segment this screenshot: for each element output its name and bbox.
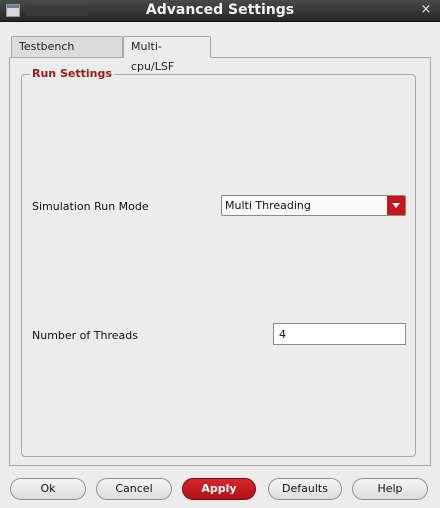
cancel-button[interactable]: Cancel — [96, 478, 172, 500]
run-settings-group — [21, 74, 416, 457]
run-mode-value: Multi Threading — [225, 199, 311, 212]
tab-multi-cpu-lsf[interactable]: Multi-cpu/LSF — [123, 36, 211, 73]
group-title: Run Settings — [30, 67, 114, 81]
threads-input[interactable] — [273, 323, 406, 345]
close-icon[interactable]: × — [419, 3, 433, 17]
threads-label: Number of Threads — [32, 329, 138, 342]
help-button[interactable]: Help — [352, 478, 428, 500]
ok-button[interactable]: Ok — [10, 478, 86, 500]
dropdown-arrow-icon[interactable] — [387, 196, 405, 215]
run-mode-select[interactable]: Multi Threading — [221, 195, 406, 216]
defaults-button[interactable]: Defaults — [268, 478, 342, 500]
run-mode-label: Simulation Run Mode — [32, 200, 149, 213]
window-title: Advanced Settings — [145, 2, 295, 18]
apply-button[interactable]: Apply — [182, 478, 256, 500]
tab-testbench-settings[interactable]: Testbench Settings — [11, 36, 123, 73]
title-bar: Advanced Settings × — [0, 0, 440, 22]
